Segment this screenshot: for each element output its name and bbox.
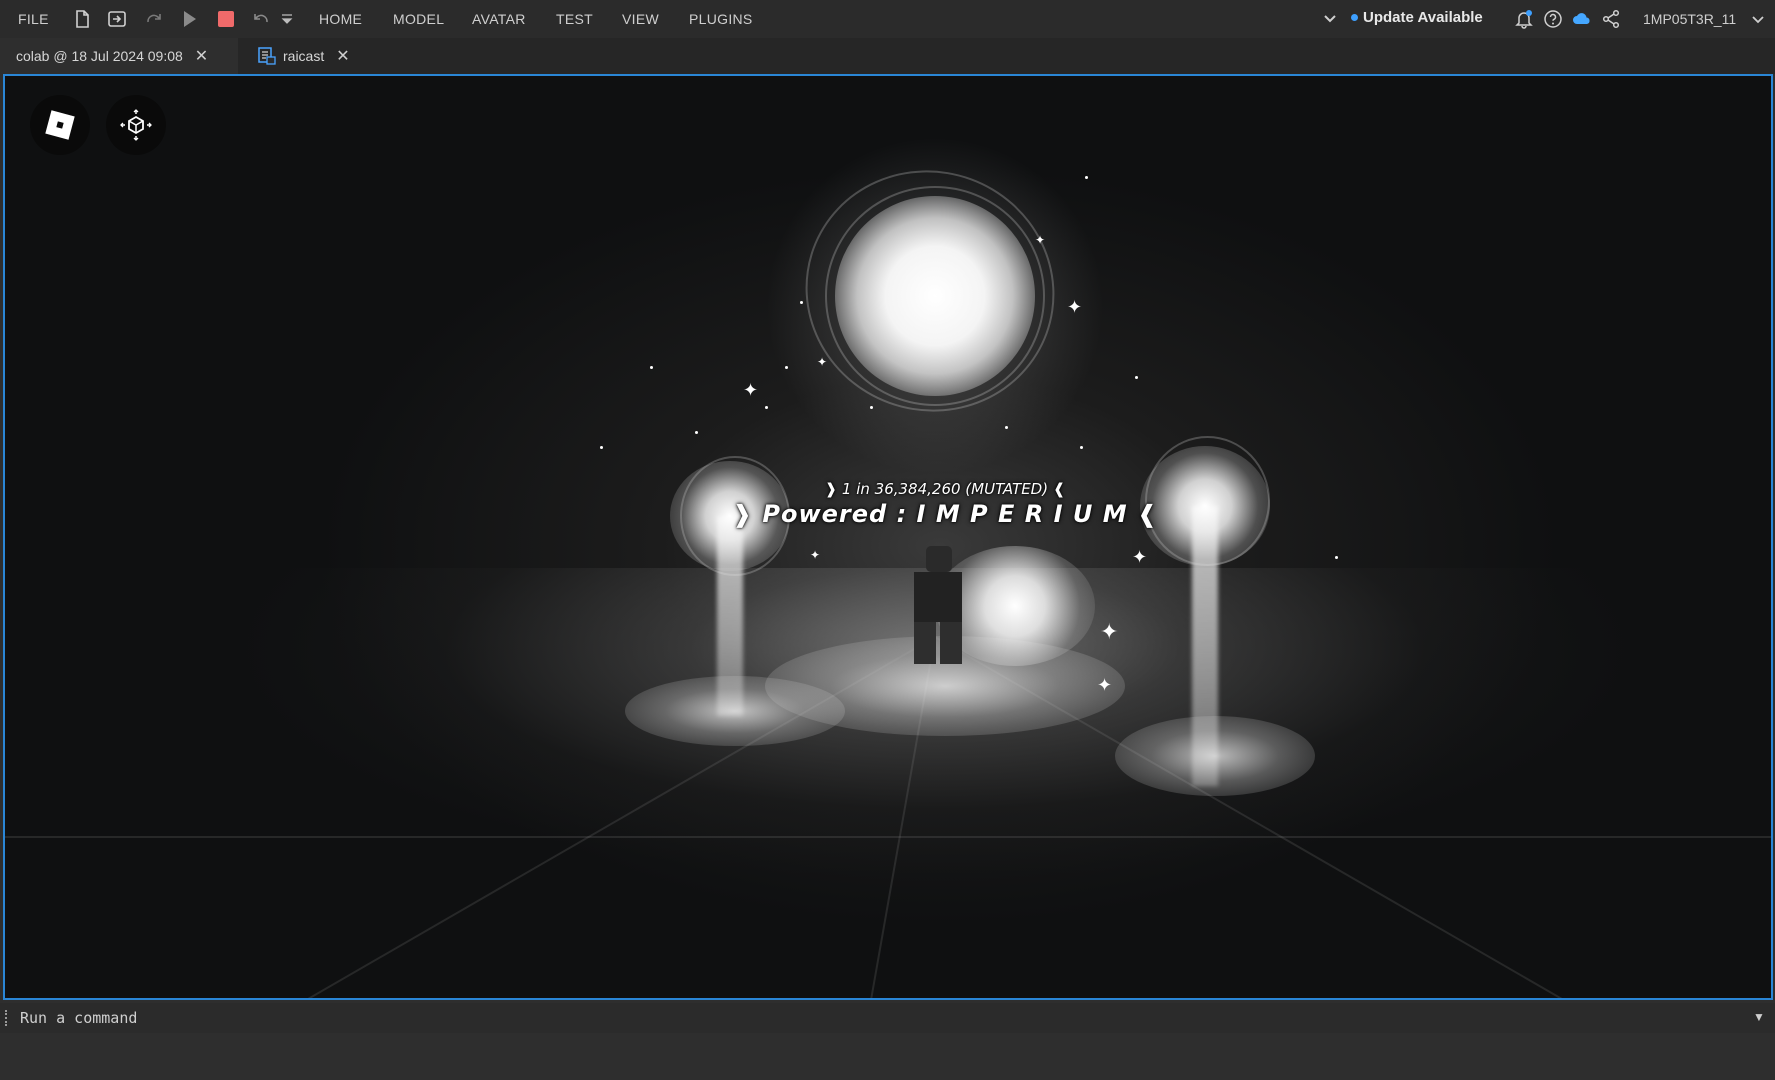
sparkle bbox=[1335, 556, 1338, 559]
collapse-ribbon-icon[interactable] bbox=[1319, 8, 1341, 30]
sparkle bbox=[800, 301, 803, 304]
freecam-icon bbox=[120, 109, 152, 141]
sparkle bbox=[785, 366, 788, 369]
notification-bell-icon[interactable] bbox=[1513, 8, 1535, 30]
menu-avatar[interactable]: AVATAR bbox=[472, 11, 526, 27]
update-available-button[interactable]: Update Available bbox=[1351, 9, 1483, 26]
chevron-down-icon[interactable]: ▼ bbox=[1753, 1010, 1765, 1024]
player-avatar bbox=[910, 546, 966, 664]
roblox-logo-icon bbox=[45, 110, 75, 140]
sparkle bbox=[765, 406, 768, 409]
sparkle: ✦ bbox=[743, 380, 759, 400]
menu-bar: FILE HOME MODEL AVATAR TEST VIEW PLUGINS… bbox=[0, 0, 1775, 38]
update-available-label: Update Available bbox=[1363, 9, 1483, 26]
aura-rarity-label: ❱ 1 in 36,384,260 (MUTATED) ❰ bbox=[824, 480, 1066, 498]
sparkle: ✦ bbox=[1067, 297, 1083, 317]
aura-main-orb bbox=[835, 196, 1035, 396]
sparkle: ✦ bbox=[1097, 675, 1113, 695]
command-bar: ▼ bbox=[0, 1003, 1775, 1033]
right-light-pool bbox=[1115, 716, 1315, 796]
game-viewport[interactable]: ✦ ✦ ✦ ✦ ✦ ✦ ✦ ✦ ❱ 1 in 36,384,260 (MUTAT… bbox=[3, 74, 1773, 1000]
open-file-icon[interactable] bbox=[106, 8, 128, 30]
new-file-icon[interactable] bbox=[71, 8, 93, 30]
drag-handle-icon[interactable] bbox=[5, 1010, 8, 1026]
tab-label: colab @ 18 Jul 2024 09:08 bbox=[16, 48, 183, 64]
sparkle bbox=[650, 366, 653, 369]
play-icon[interactable] bbox=[178, 8, 200, 30]
menu-test[interactable]: TEST bbox=[556, 11, 593, 27]
username[interactable]: 1MP05T3R_11 bbox=[1643, 11, 1736, 27]
sparkle bbox=[1085, 176, 1088, 179]
menu-view[interactable]: VIEW bbox=[622, 11, 659, 27]
sparkle: ✦ bbox=[1035, 233, 1046, 247]
sparkle bbox=[1005, 426, 1008, 429]
redo-icon[interactable] bbox=[143, 8, 165, 30]
close-icon[interactable]: ✕ bbox=[336, 46, 349, 66]
tab-raicast[interactable]: raicast ✕ bbox=[241, 38, 371, 74]
document-tab-strip: colab @ 18 Jul 2024 09:08 ✕ raicast ✕ bbox=[0, 38, 1775, 74]
sparkle bbox=[1080, 446, 1083, 449]
menu-plugins[interactable]: PLUGINS bbox=[689, 11, 753, 27]
quick-access-dropdown-icon[interactable] bbox=[280, 8, 294, 30]
aura-name-label: ❱ Powered : I M P E R I U M ❰ bbox=[731, 500, 1159, 528]
sparkle bbox=[1135, 376, 1138, 379]
floor-line bbox=[5, 836, 1771, 838]
sparkle: ✦ bbox=[1132, 547, 1148, 567]
stop-icon[interactable] bbox=[215, 8, 237, 30]
account-dropdown-icon[interactable] bbox=[1750, 8, 1766, 30]
roblox-menu-button[interactable] bbox=[30, 95, 90, 155]
stone-floor bbox=[5, 568, 1771, 998]
sparkle bbox=[600, 446, 603, 449]
sparkle: ✦ bbox=[810, 548, 821, 562]
bottom-panel bbox=[0, 1033, 1775, 1080]
menu-file[interactable]: FILE bbox=[18, 11, 49, 27]
sparkle: ✦ bbox=[1100, 619, 1119, 644]
sparkle: ✦ bbox=[817, 355, 828, 369]
tab-colab[interactable]: colab @ 18 Jul 2024 09:08 ✕ bbox=[0, 38, 238, 74]
sparkle bbox=[870, 406, 873, 409]
menu-home[interactable]: HOME bbox=[319, 11, 362, 27]
sparkle bbox=[695, 431, 698, 434]
freecam-button[interactable] bbox=[106, 95, 166, 155]
undo-icon[interactable] bbox=[250, 8, 272, 30]
update-dot bbox=[1351, 14, 1358, 21]
share-icon[interactable] bbox=[1600, 8, 1622, 30]
help-icon[interactable] bbox=[1542, 8, 1564, 30]
script-icon bbox=[258, 47, 276, 65]
cloud-icon[interactable] bbox=[1571, 8, 1593, 30]
command-input[interactable] bbox=[20, 1007, 1740, 1029]
close-icon[interactable]: ✕ bbox=[195, 46, 208, 66]
tab-label: raicast bbox=[283, 48, 325, 64]
menu-model[interactable]: MODEL bbox=[393, 11, 444, 27]
